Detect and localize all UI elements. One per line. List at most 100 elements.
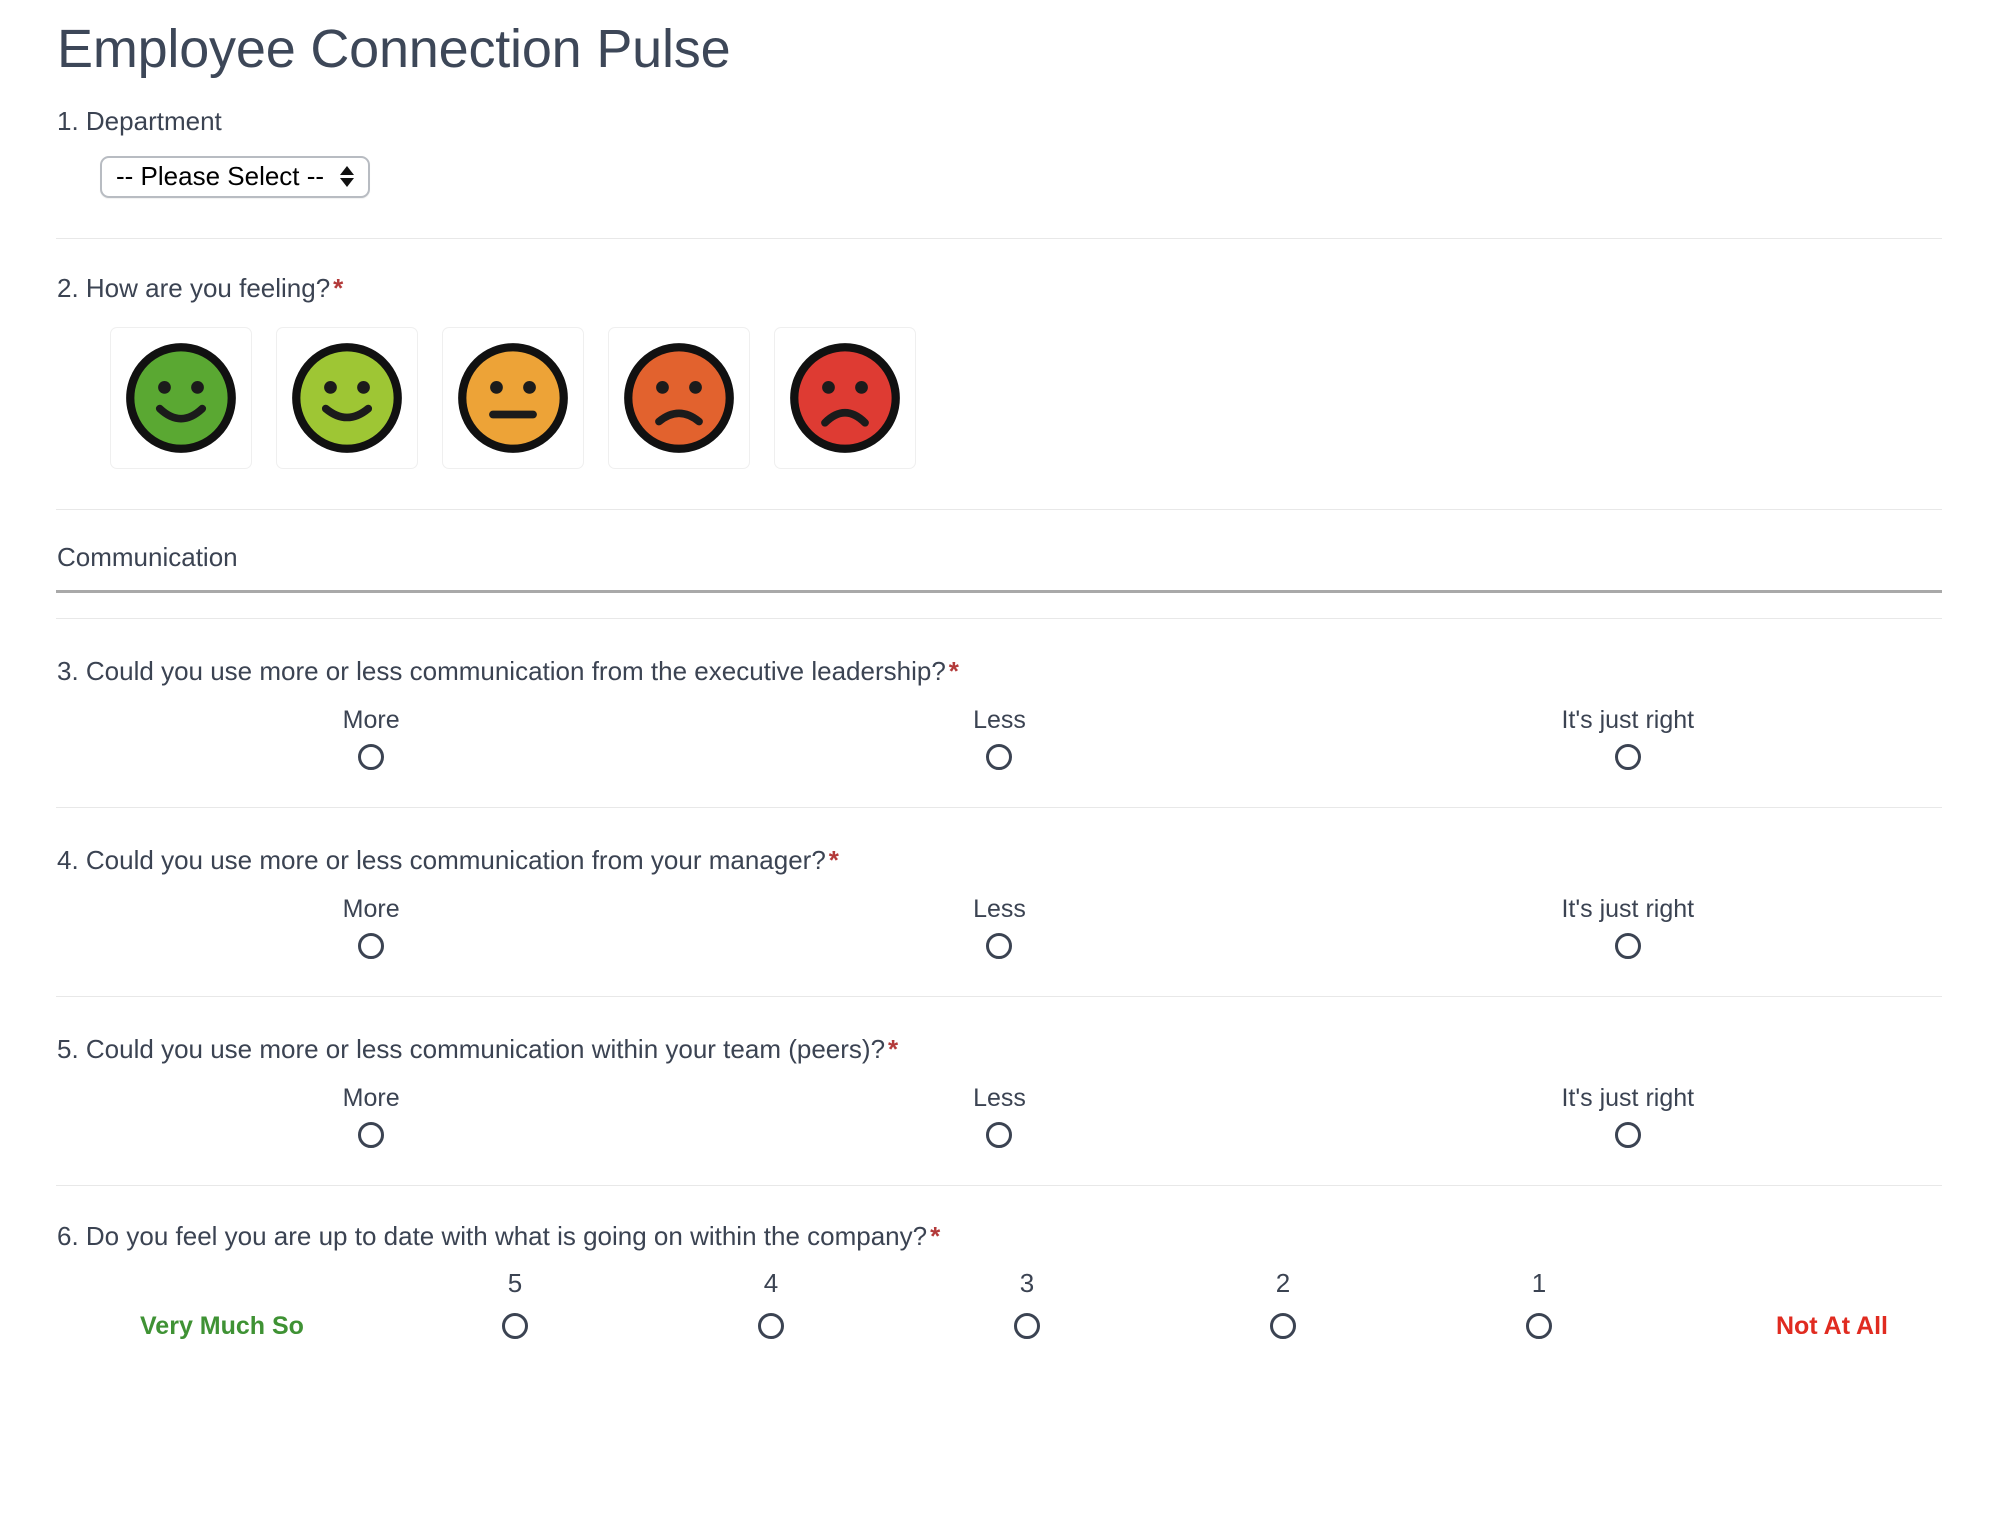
option-radio-wrap — [502, 1303, 528, 1349]
stepper-updown-icon[interactable] — [340, 166, 358, 188]
smiley-sad-option[interactable] — [608, 326, 750, 469]
smiley-very-happy-option[interactable] — [110, 326, 252, 469]
option-label: Less — [973, 895, 1026, 924]
question-6-point-1[interactable]: 1 — [1411, 1268, 1667, 1299]
option-radio-wrap — [1614, 735, 1641, 779]
question-6-radio-3[interactable] — [899, 1303, 1155, 1349]
radio-button[interactable] — [1526, 1313, 1552, 1340]
smiley-sad-icon — [624, 343, 734, 453]
question-6-up-to-date: 6. Do you feel you are up to date with w… — [56, 1219, 1942, 1349]
scale-number: 5 — [507, 1268, 523, 1299]
option-radio-wrap — [358, 735, 385, 779]
question-4-options: More Less It's just right — [56, 894, 1942, 968]
question-6-label: 6. Do you feel you are up to date with w… — [56, 1219, 1942, 1254]
option-radio-wrap — [758, 1303, 784, 1349]
radio-button[interactable] — [1614, 744, 1641, 770]
smiley-neutral-option[interactable] — [442, 326, 584, 469]
question-1-department: 1. Department -- Please Select -- — [56, 82, 1942, 198]
radio-button[interactable] — [358, 744, 385, 770]
department-select-value: -- Please Select -- — [116, 161, 325, 192]
survey-form: Employee Connection Pulse 1. Department … — [0, 18, 1998, 1349]
question-4-label: 4. Could you use more or less communicat… — [56, 843, 1942, 878]
question-1-label: 1. Department — [56, 104, 1942, 139]
question-6-radio-4[interactable] — [643, 1303, 899, 1349]
smiley-very-sad-icon — [790, 343, 900, 453]
question-2-label: 2. How are you feeling? * — [56, 271, 1942, 306]
option-label: Less — [973, 1084, 1026, 1113]
option-radio-wrap — [986, 924, 1013, 968]
page-title: Employee Connection Pulse — [57, 19, 731, 79]
question-4-option-less[interactable]: Less — [685, 894, 1313, 968]
question-6-scale-radios: Very Much So Not At All — [56, 1303, 1942, 1349]
required-asterisk: * — [888, 1034, 899, 1065]
option-label: It's just right — [1561, 706, 1695, 734]
department-select[interactable]: -- Please Select -- — [100, 155, 371, 198]
question-3-exec-communication: 3. Could you use more or less communicat… — [56, 654, 1942, 779]
radio-button[interactable] — [358, 1122, 385, 1149]
smiley-very-sad-option[interactable] — [774, 326, 916, 469]
scale-number: 4 — [763, 1268, 779, 1299]
option-radio-wrap — [1270, 1303, 1296, 1349]
department-select-wrap: -- Please Select -- — [56, 139, 1942, 198]
smiley-happy-option[interactable] — [276, 326, 418, 469]
option-label: More — [342, 1084, 400, 1113]
question-6-point-4[interactable]: 4 — [643, 1268, 899, 1299]
required-asterisk: * — [828, 845, 839, 875]
question-5-text: 5. Could you use more or less communicat… — [57, 1034, 886, 1065]
question-5-option-just-right[interactable]: It's just right — [1314, 1083, 1942, 1157]
radio-button[interactable] — [1614, 933, 1641, 960]
question-5-option-less[interactable]: Less — [685, 1083, 1313, 1157]
option-label: Less — [973, 706, 1026, 734]
smiley-happy-icon — [292, 343, 402, 453]
question-6-point-2[interactable]: 2 — [1155, 1268, 1411, 1299]
question-5-options: More Less It's just right — [56, 1083, 1942, 1157]
radio-button[interactable] — [1270, 1313, 1296, 1340]
option-radio-wrap — [1014, 1303, 1040, 1349]
scale-number: 2 — [1275, 1268, 1291, 1299]
radio-button[interactable] — [502, 1313, 528, 1340]
question-6-point-3[interactable]: 3 — [899, 1268, 1155, 1299]
required-asterisk: * — [333, 272, 344, 303]
feeling-smiley-row — [56, 306, 1942, 469]
radio-button[interactable] — [1614, 1122, 1641, 1149]
option-radio-wrap — [1614, 924, 1641, 968]
scale-right-label: Not At All — [1775, 1311, 1888, 1340]
question-3-option-more[interactable]: More — [57, 705, 685, 779]
required-asterisk: * — [948, 655, 959, 686]
question-3-option-just-right[interactable]: It's just right — [1314, 705, 1942, 779]
option-radio-wrap — [986, 1113, 1013, 1157]
required-asterisk: * — [930, 1221, 941, 1252]
question-6-text: 6. Do you feel you are up to date with w… — [57, 1221, 928, 1252]
question-6-radio-2[interactable] — [1155, 1303, 1411, 1349]
option-radio-wrap — [358, 1113, 385, 1157]
question-6-radio-1[interactable] — [1411, 1303, 1667, 1349]
radio-button[interactable] — [986, 1122, 1013, 1149]
option-label: It's just right — [1561, 1084, 1695, 1113]
radio-button[interactable] — [1014, 1313, 1040, 1340]
scale-left-label: Very Much So — [140, 1311, 304, 1340]
question-5-peer-communication: 5. Could you use more or less communicat… — [56, 1032, 1942, 1157]
radio-button[interactable] — [986, 744, 1013, 770]
question-4-option-just-right[interactable]: It's just right — [1314, 894, 1942, 968]
question-6-radio-5[interactable] — [387, 1303, 643, 1349]
radio-button[interactable] — [758, 1313, 784, 1340]
option-label: More — [342, 706, 400, 734]
question-5-option-more[interactable]: More — [57, 1083, 685, 1157]
radio-button[interactable] — [358, 933, 385, 960]
radio-button[interactable] — [986, 933, 1013, 960]
option-label: More — [342, 895, 400, 924]
question-3-label: 3. Could you use more or less communicat… — [56, 654, 1942, 689]
smiley-very-happy-icon — [126, 343, 236, 453]
scale-number: 1 — [1531, 1268, 1547, 1299]
question-3-option-less[interactable]: Less — [685, 705, 1313, 779]
question-4-option-more[interactable]: More — [57, 894, 685, 968]
option-radio-wrap — [986, 735, 1013, 779]
question-3-options: More Less It's just right — [56, 705, 1942, 779]
section-communication: Communication — [56, 542, 1942, 593]
option-radio-wrap — [358, 924, 385, 968]
question-4-text: 4. Could you use more or less communicat… — [57, 845, 826, 875]
question-6-point-5[interactable]: 5 — [387, 1268, 643, 1299]
question-2-text: 2. How are you feeling? — [57, 272, 331, 303]
question-3-text: 3. Could you use more or less communicat… — [57, 655, 946, 686]
smiley-neutral-icon — [458, 343, 568, 453]
